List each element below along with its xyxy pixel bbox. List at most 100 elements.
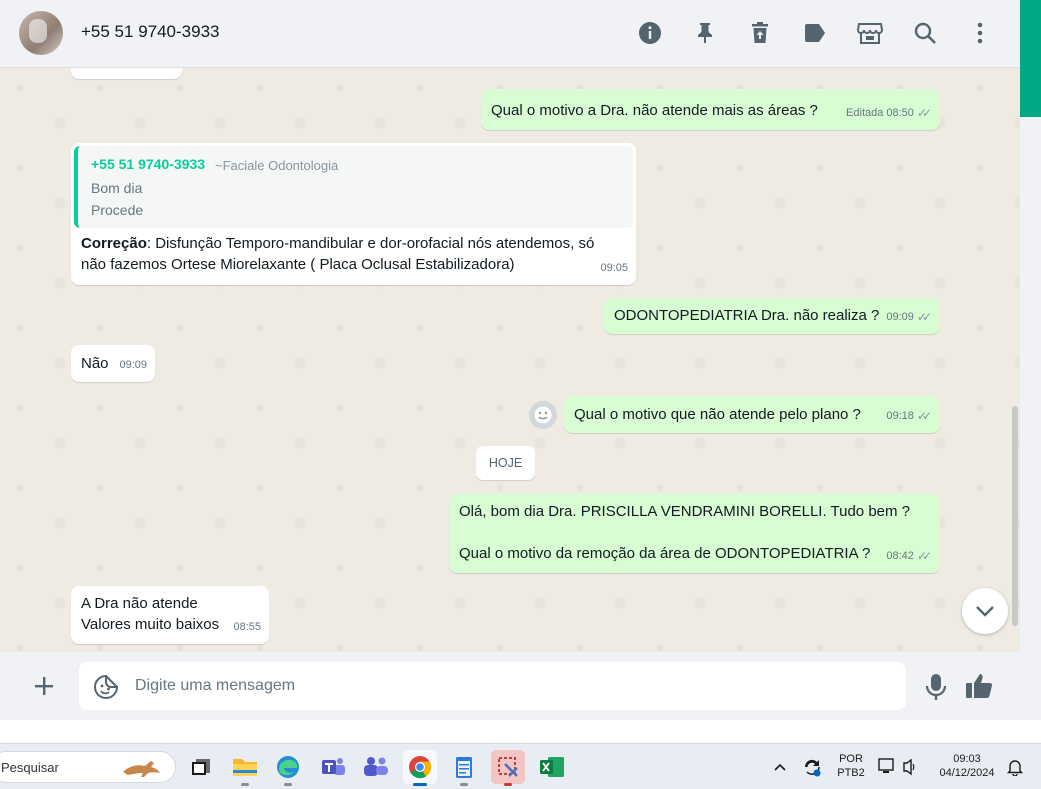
message-text: Olá, bom dia Dra. PRISCILLA VENDRAMINI B… [459, 503, 911, 520]
taskbar-snipping-tool[interactable] [491, 750, 525, 786]
system-clock[interactable]: 09:03 04/12/2024 [932, 753, 1002, 779]
taskbar-notepad[interactable] [447, 750, 481, 786]
date-divider: HOJE [476, 446, 535, 480]
clock-date: 04/12/2024 [939, 767, 995, 779]
outgoing-message[interactable]: Qual o motivo a Dra. não atende mais as … [481, 89, 940, 130]
search-highlight-icon [123, 761, 160, 777]
message-time: 09:09 [886, 311, 914, 323]
taskbar-file-explorer[interactable] [228, 750, 262, 786]
folder-icon [233, 759, 257, 776]
running-indicator [504, 783, 512, 786]
message-composer [0, 652, 1020, 720]
sticker-icon[interactable] [93, 674, 119, 700]
edited-label: Editada [846, 107, 884, 119]
quoted-sender: +55 51 9740-3933 [91, 156, 206, 172]
message-text: Qual o motivo da remoção da área de ODON… [459, 545, 871, 562]
chrome-icon [409, 756, 432, 779]
excel-icon [540, 757, 564, 777]
notification-bell-icon[interactable] [1006, 758, 1024, 777]
taskbar-excel[interactable] [535, 750, 569, 784]
outgoing-message[interactable]: Olá, bom dia Dra. PRISCILLA VENDRAMINI B… [449, 494, 940, 573]
clock-time: 09:03 [953, 753, 981, 765]
taskbar-search[interactable]: Pesquisar [0, 751, 176, 783]
quoted-line: Procede [91, 202, 144, 218]
message-text: Valores muito baixos [81, 616, 220, 633]
message-text: A Dra não atende [81, 595, 198, 612]
message-meta: 09:09 ✓✓ [886, 307, 932, 328]
attach-button[interactable] [30, 672, 58, 700]
message-text-part: : Disfunção Temporo-mandibular e dor-oro… [146, 235, 595, 252]
message-meta: 09:18 ✓✓ [886, 406, 932, 427]
outgoing-message[interactable]: ODONTOPEDIATRIA Dra. não realiza ? 09:09… [604, 298, 940, 334]
taskbar-search-placeholder: Pesquisar [1, 760, 59, 775]
microphone-icon[interactable] [924, 672, 948, 702]
message-meta: Editada 08:50 ✓✓ [846, 103, 932, 124]
chevron-up-icon[interactable] [771, 758, 789, 776]
quoted-sender-pushname: ~Faciale Odontologia [215, 158, 339, 173]
more-options-icon[interactable] [967, 20, 993, 46]
message-text: Qual o motivo a Dra. não atende mais as … [491, 102, 818, 119]
whatsapp-window: +55 51 9740-3933 08:49 Qual o moti [0, 0, 1020, 720]
accent-strip [1020, 0, 1041, 117]
store-icon[interactable] [857, 20, 883, 46]
quoted-message[interactable]: +55 51 9740-3933 ~Faciale Odontologia Bo… [74, 146, 633, 228]
partial-message-bubble[interactable]: 08:49 [71, 68, 182, 79]
search-icon[interactable] [912, 20, 938, 46]
message-time: 08:50 [886, 107, 914, 119]
running-indicator [284, 783, 292, 786]
message-time: 09:09 [119, 359, 147, 371]
windows-taskbar: Pesquisar POR PTB2 09:03 04/12/2024 [0, 743, 1041, 789]
window-edge [1020, 0, 1041, 720]
message-text: Correção: Disfunção Temporo-mandibular e… [81, 233, 594, 254]
read-ticks-icon: ✓✓ [916, 549, 932, 563]
taskbar-edge[interactable] [271, 750, 305, 786]
edge-browser-icon [277, 756, 299, 778]
message-text: Não [81, 355, 109, 372]
chevron-down-icon [976, 606, 994, 617]
message-time: 09:05 [600, 262, 628, 274]
incoming-message[interactable]: A Dra não atende Valores muito baixos 08… [71, 586, 269, 644]
taskbar-teams-work[interactable] [316, 750, 350, 784]
message-meta: 08:42 ✓✓ [886, 546, 932, 567]
message-list[interactable]: 08:49 Qual o motivo a Dra. não atende ma… [0, 68, 1020, 652]
message-input-box[interactable] [79, 662, 906, 710]
sync-status-icon[interactable] [801, 756, 823, 778]
language-code: POR [839, 753, 863, 765]
quoted-line: Bom dia [91, 180, 143, 196]
messages-scrollbar[interactable] [1012, 406, 1018, 626]
read-ticks-icon: ✓✓ [916, 106, 932, 120]
pin-icon[interactable] [692, 20, 718, 46]
message-text: ODONTOPEDIATRIA Dra. não realiza ? [614, 307, 880, 324]
contact-name[interactable]: +55 51 9740-3933 [81, 22, 220, 42]
outgoing-message[interactable]: Qual o motivo que não atende pelo plano … [564, 396, 940, 433]
notepad-icon [456, 757, 472, 778]
incoming-message[interactable]: Não 09:09 [71, 345, 155, 382]
message-input[interactable] [135, 670, 875, 702]
taskbar-chrome[interactable] [403, 750, 437, 786]
message-time: 08:49 [146, 68, 174, 76]
taskbar-teams-personal[interactable] [359, 750, 393, 784]
teams-icon [322, 758, 345, 775]
taskbar-task-view[interactable] [184, 750, 218, 784]
delete-icon[interactable] [747, 20, 773, 46]
input-language[interactable]: POR PTB2 [833, 753, 869, 779]
thumbs-up-icon[interactable] [964, 672, 996, 702]
contact-avatar[interactable] [19, 11, 63, 55]
read-ticks-icon: ✓✓ [916, 409, 932, 423]
incoming-reply-message[interactable]: +55 51 9740-3933 ~Faciale Odontologia Bo… [71, 143, 636, 285]
plus-icon [35, 677, 53, 695]
message-text: não fazemos Ortese Miorelaxante ( Placa … [81, 256, 515, 273]
running-indicator [241, 783, 249, 786]
task-view-icon [192, 759, 210, 775]
message-time: 08:55 [233, 621, 261, 633]
label-icon[interactable] [802, 20, 828, 46]
message-time: 09:18 [886, 410, 914, 422]
network-volume-tray[interactable] [878, 757, 918, 777]
scroll-to-bottom-button[interactable] [962, 588, 1008, 634]
teams-chat-icon [364, 757, 388, 776]
bold-text: Correção [81, 235, 147, 252]
info-icon[interactable] [637, 20, 663, 46]
react-emoji-icon[interactable] [529, 401, 557, 429]
message-text: Qual o motivo que não atende pelo plano … [574, 406, 861, 423]
keyboard-layout: PTB2 [837, 767, 865, 779]
